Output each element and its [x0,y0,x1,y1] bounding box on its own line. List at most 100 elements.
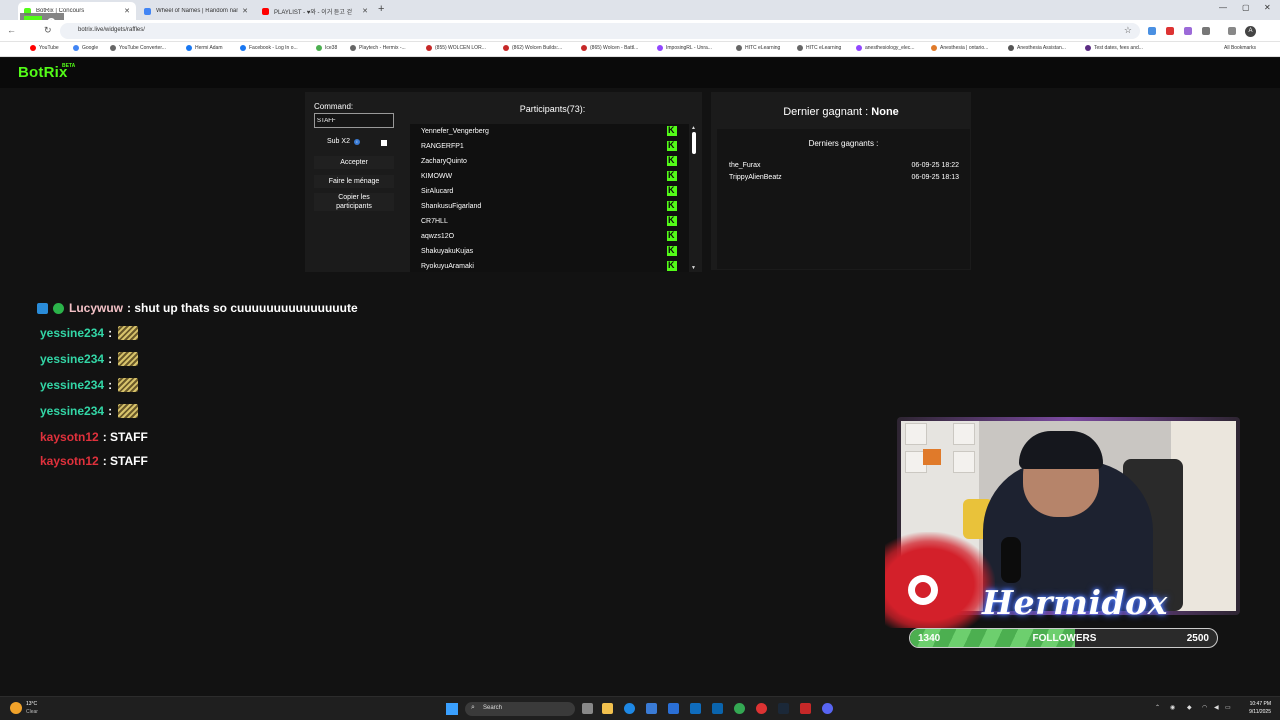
address-bar[interactable]: botrix.live/widgets/raffles/ ☆ [60,23,1140,39]
tab-wheel-of-names[interactable]: Wheel of Names | Random nam ✕ [138,2,254,20]
command-label: Command: [314,102,354,111]
kick-icon [667,140,677,151]
list-item[interactable]: RANGERFP1 [410,139,689,154]
extensions-puzzle-icon[interactable] [1202,27,1210,35]
globe-icon [350,45,356,51]
bookmark-item[interactable]: Ice38 [316,45,337,51]
extension-icon[interactable] [1148,27,1156,35]
sub-x2-checkbox[interactable] [381,140,387,146]
globe-icon [1008,45,1014,51]
scroll-up-icon[interactable]: ▲ [691,125,696,131]
close-icon[interactable]: ✕ [242,7,248,15]
bookmark-item[interactable]: Anesthesia | ontario... [931,45,988,51]
app-icon[interactable] [668,703,679,714]
bookmark-item[interactable]: (855) WOLCEN LOR... [426,45,486,51]
all-bookmarks-button[interactable]: All Bookmarks [1224,45,1256,51]
clean-button[interactable]: Faire le ménage [314,175,394,188]
wheel-favicon-icon [144,7,151,15]
battery-icon[interactable]: ▭ [1225,704,1231,711]
extension-icon[interactable] [1166,27,1174,35]
app-tray-icon[interactable]: ◆ [1187,704,1192,711]
participants-list[interactable]: Yennefer_Vengerberg RANGERFP1 ZacharyQui… [410,124,689,272]
list-item[interactable]: ShankusuFigarland [410,199,689,214]
new-tab-button[interactable]: + [378,3,384,15]
network-icon[interactable]: ◉ [1170,704,1175,711]
profile-avatar[interactable]: A [1245,26,1256,37]
info-icon[interactable]: i [353,138,360,145]
tray-chevron-icon[interactable]: ⌃ [1155,704,1160,711]
close-window-icon[interactable]: ✕ [1264,3,1271,12]
steam-icon[interactable] [778,703,789,714]
youtube-favicon-icon [262,7,269,15]
accept-button[interactable]: Accepter [314,156,394,169]
emote-icon [118,404,139,418]
tab-title: PLAYLIST - ♥와 - 이거 듣고 걷 [274,9,353,16]
list-item[interactable]: SirAlucard [410,184,689,199]
bookmark-item[interactable]: HITC eLearning [736,45,780,51]
edge-icon[interactable] [624,703,635,714]
followers-goal: 2500 [1186,633,1209,644]
bookmark-item[interactable]: Test dates, fees and... [1085,45,1143,51]
bookmark-item[interactable]: Hermi Adam [186,45,223,51]
weather-temp[interactable]: 13°C [26,701,37,707]
menu-icon[interactable] [1228,27,1236,35]
scroll-thumb[interactable] [692,132,696,154]
bookmark-item[interactable]: (865) Wolcen - Battl... [581,45,638,51]
copy-participants-button[interactable]: Copier les participants [314,193,394,211]
bookmark-item[interactable]: Google [73,45,98,51]
start-icon[interactable] [446,703,458,715]
bookmark-item[interactable]: (862) Wolcen Builds:... [503,45,562,51]
list-item[interactable]: KIMOWW [410,169,689,184]
list-item[interactable]: RyokuyuAramaki [410,259,689,272]
list-item[interactable]: CR7HLL [410,214,689,229]
bookmark-star-icon[interactable]: ☆ [1124,25,1132,36]
command-input[interactable] [314,113,394,128]
weather-icon[interactable] [10,702,22,714]
search-placeholder: Search [483,705,503,711]
bookmark-item[interactable]: HITC eLearning [797,45,841,51]
bookmark-item[interactable]: YouTube Converter... [110,45,166,51]
taskbar-search[interactable]: ⌕ Search [465,702,575,716]
chat-message: yessine234 : [40,378,139,392]
discord-icon[interactable] [822,703,833,714]
reload-icon[interactable]: ↻ [44,25,52,36]
bookmark-item[interactable]: anesthesiology_elec... [856,45,914,51]
app-icon[interactable] [756,703,767,714]
youtube-icon [30,45,36,51]
list-item[interactable]: Yennefer_Vengerberg [410,124,689,139]
kick-icon [667,155,677,166]
store-icon[interactable] [646,703,657,714]
task-view-icon[interactable] [582,703,593,714]
bookmark-item[interactable]: YouTube [30,45,59,51]
weather-desc[interactable]: Clear [26,709,38,715]
bookmark-item[interactable]: ImposingRL - Unra... [657,45,712,51]
raffle-panel: Command: Sub X2 i Accepter Faire le ména… [305,92,702,272]
tab-playlist[interactable]: PLAYLIST - ♥와 - 이거 듣고 걷 ✕ [256,2,374,20]
close-icon[interactable]: ✕ [124,7,130,15]
bookmark-item[interactable]: Playtech - Hermix -... [350,45,406,51]
list-item[interactable]: ZacharyQuinto [410,154,689,169]
maximize-icon[interactable]: ▢ [1242,3,1250,12]
bookmark-item[interactable]: Facebook - Log In o... [240,45,298,51]
list-item[interactable]: ShakuyakuKujas [410,244,689,259]
taskbar-clock[interactable]: 10:47 PM 9/11/2025 [1235,700,1271,716]
wifi-icon[interactable]: ◠ [1202,704,1207,711]
url-text[interactable]: botrix.live/widgets/raffles/ [78,27,145,33]
minimize-icon[interactable]: — [1219,3,1227,12]
back-arrow-icon[interactable]: ← [7,25,16,35]
scroll-down-icon[interactable]: ▼ [691,265,696,271]
chrome-icon[interactable] [734,703,745,714]
participants-scrollbar[interactable]: ▲ ▼ [690,124,698,272]
app-icon[interactable] [800,703,811,714]
volume-icon[interactable]: ◀ [1214,704,1219,711]
extension-icon[interactable] [1184,27,1192,35]
outlook-icon[interactable] [712,703,723,714]
clock-date: 9/11/2025 [1249,709,1271,715]
botrix-logo[interactable]: BotRix [18,64,68,81]
app-icon[interactable] [690,703,701,714]
list-item[interactable]: aqwzs12O [410,229,689,244]
close-icon[interactable]: ✕ [362,7,368,15]
file-explorer-icon[interactable] [602,703,613,714]
chat-text: : STAFF [102,454,148,468]
bookmark-item[interactable]: Anesthesia Assistan... [1008,45,1066,51]
